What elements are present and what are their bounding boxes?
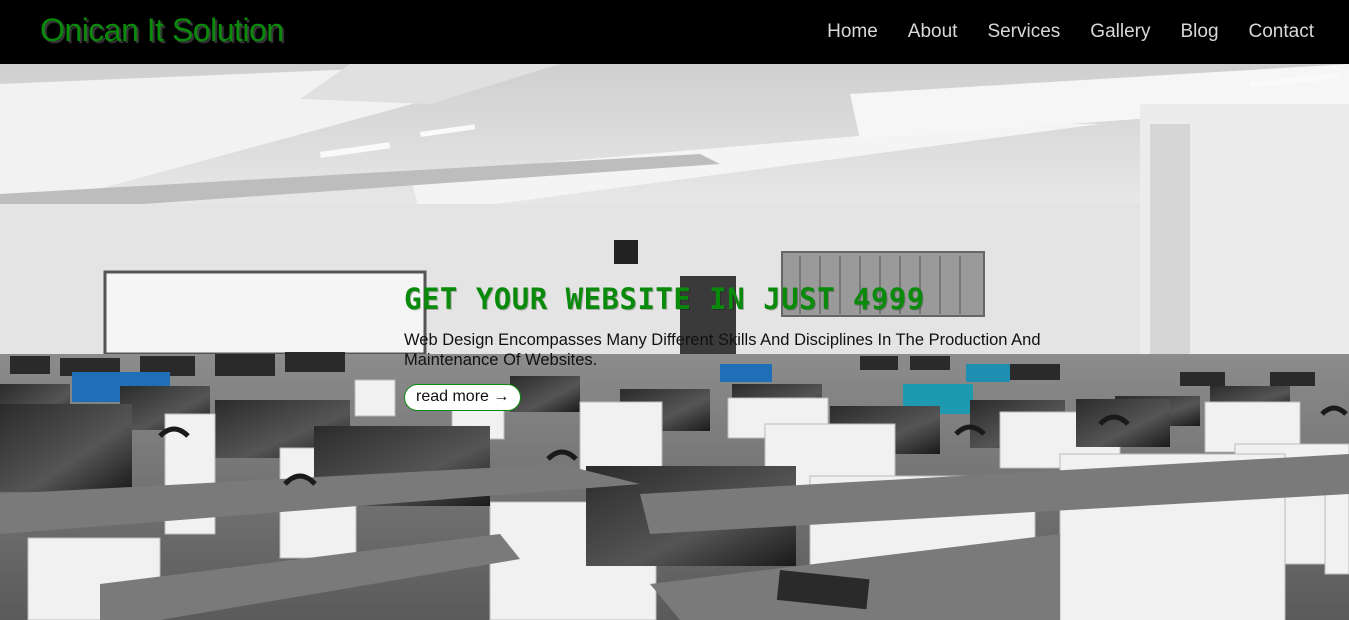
hero-banner: GET YOUR WEBSITE IN JUST 4999 Web Design… (0, 64, 1349, 620)
nav-link-about[interactable]: About (908, 21, 958, 43)
read-more-button[interactable]: read more → (404, 384, 522, 411)
nav-link-gallery[interactable]: Gallery (1090, 21, 1150, 43)
hero-title: GET YOUR WEBSITE IN JUST 4999 (404, 282, 925, 316)
brand-logo-text[interactable]: Onican It Solution (40, 12, 284, 49)
nav-link-contact[interactable]: Contact (1249, 21, 1314, 43)
navbar: Onican It Solution Home About Services G… (0, 0, 1349, 64)
hero-subtitle: Web Design Encompasses Many Different Sk… (404, 331, 1041, 369)
nav-link-services[interactable]: Services (987, 21, 1060, 43)
hero-content: GET YOUR WEBSITE IN JUST 4999 Web Design… (404, 282, 1084, 411)
nav-link-home[interactable]: Home (827, 21, 878, 43)
nav-link-blog[interactable]: Blog (1180, 21, 1218, 43)
main-nav: Home About Services Gallery Blog Contact (797, 0, 1314, 64)
